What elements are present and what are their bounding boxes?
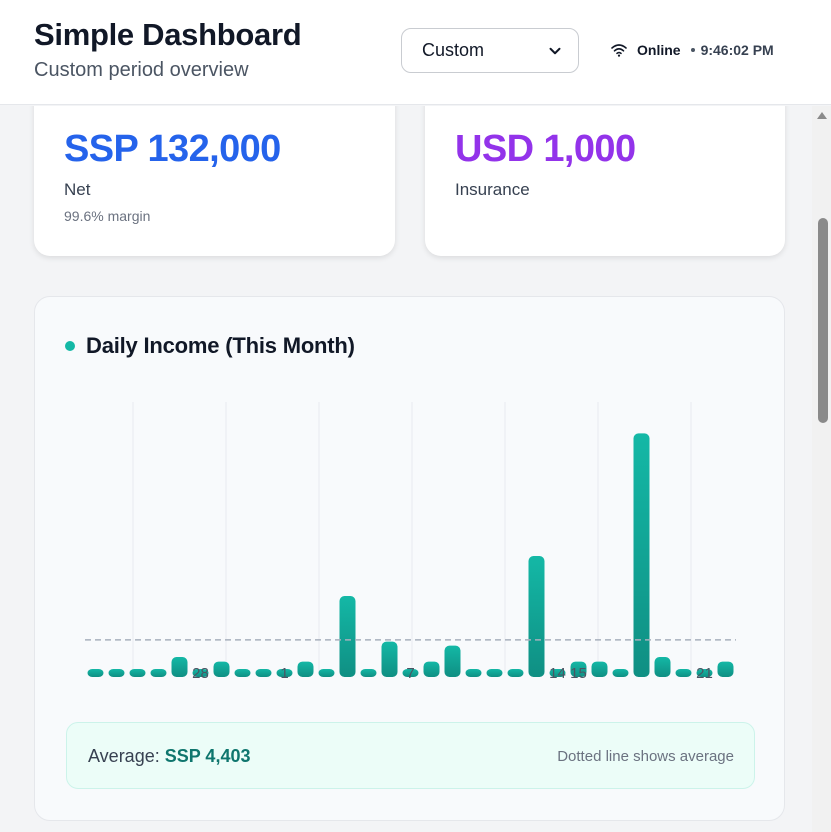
bar-13[interactable] — [528, 556, 545, 677]
status-time: 9:46:02 PM — [700, 42, 774, 58]
bar-29[interactable] — [213, 661, 230, 677]
bar-11[interactable] — [486, 669, 503, 677]
bar-19[interactable] — [654, 657, 671, 677]
bar-23[interactable] — [87, 669, 104, 677]
separator-dot — [690, 48, 695, 53]
period-select-value: Custom — [422, 40, 485, 60]
status-label: Online — [637, 42, 681, 58]
x-tick-label: 1 — [280, 665, 288, 682]
page-subtitle: Custom period overview — [34, 59, 249, 81]
page-title: Simple Dashboard — [34, 17, 302, 52]
bar-2[interactable] — [297, 661, 314, 677]
chevron-down-icon — [549, 47, 561, 54]
bar-30[interactable] — [234, 669, 251, 677]
bar-9[interactable] — [444, 645, 461, 677]
bar-25[interactable] — [129, 669, 146, 677]
net-margin: 99.6% margin — [64, 208, 151, 224]
x-tick-label: 14 — [549, 665, 566, 682]
scroll-up-arrow-icon[interactable] — [817, 112, 827, 119]
average-note: Dotted line shows average — [557, 748, 734, 765]
scroll-thumb[interactable] — [818, 218, 828, 423]
insurance-kpi-card: USD 1,000 Insurance — [425, 106, 785, 256]
bar-4[interactable] — [339, 595, 356, 677]
bar-26[interactable] — [150, 669, 167, 677]
bar-5[interactable] — [360, 669, 377, 677]
status-time-wrap: 9:46:02 PM — [690, 42, 774, 58]
bar-27[interactable] — [171, 657, 188, 677]
dashboard-header: Simple Dashboard Custom period overview … — [0, 0, 831, 105]
x-tick-label: 7 — [406, 665, 414, 682]
bar-3[interactable] — [318, 669, 335, 677]
wifi-icon — [611, 44, 627, 57]
average-summary: Average: SSP 4,403 Dotted line shows ave… — [66, 722, 755, 789]
average-value: SSP 4,403 — [164, 746, 251, 766]
bar-30[interactable] — [717, 661, 734, 677]
vertical-scrollbar[interactable] — [812, 106, 831, 832]
bar-12[interactable] — [507, 669, 524, 677]
bar-24[interactable] — [108, 669, 125, 677]
bar-8[interactable] — [423, 661, 440, 677]
net-kpi-card: SSP 132,000 Net 99.6% margin — [34, 106, 395, 256]
net-value: SSP 132,000 — [64, 128, 281, 170]
average-label: Average: — [88, 746, 160, 766]
x-tick-label: 28 — [192, 665, 209, 682]
bar-16[interactable] — [591, 661, 608, 677]
insurance-label: Insurance — [455, 180, 530, 199]
main-content: SSP 132,000 Net 99.6% margin USD 1,000 I… — [0, 106, 812, 832]
period-select[interactable]: Custom — [401, 28, 579, 73]
bar-20[interactable] — [675, 669, 692, 677]
bar-10[interactable] — [465, 669, 482, 677]
net-label: Net — [64, 180, 91, 199]
daily-income-chart: 28 1 7 14 15 21 — [85, 402, 736, 682]
bar-31[interactable] — [255, 669, 272, 677]
average-text: Average: SSP 4,403 — [88, 746, 250, 767]
bar-6[interactable] — [381, 641, 398, 677]
daily-income-card: Daily Income (This Month) 28 1 7 14 15 21 Ave… — [34, 296, 785, 821]
connection-status: Online 9:46:02 PM — [611, 40, 774, 60]
insurance-value: USD 1,000 — [455, 128, 636, 170]
bar-17[interactable] — [612, 669, 629, 677]
x-tick-label: 15 — [570, 665, 587, 682]
x-tick-label: 21 — [696, 665, 713, 682]
